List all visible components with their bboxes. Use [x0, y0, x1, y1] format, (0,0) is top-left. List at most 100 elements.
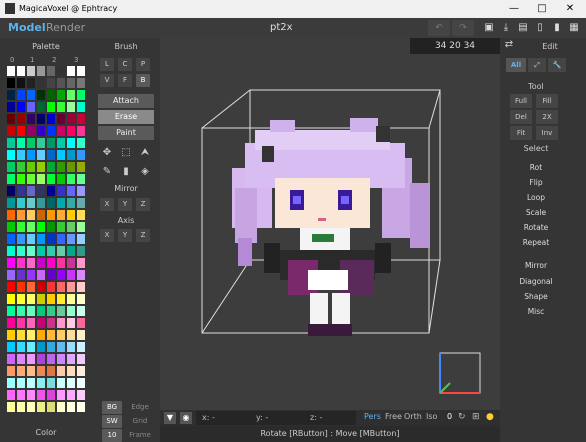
palette-swatch[interactable]	[57, 342, 65, 352]
palette-swatch[interactable]	[17, 222, 25, 232]
view-pers[interactable]: Pers	[364, 412, 381, 421]
palette-swatch[interactable]	[17, 186, 25, 196]
palette-swatch[interactable]	[77, 354, 85, 364]
palette-swatch[interactable]	[17, 126, 25, 136]
bg-toggle[interactable]: BG	[102, 401, 122, 414]
palette-swatch[interactable]	[17, 90, 25, 100]
maximize-button[interactable]: □	[528, 2, 556, 16]
palette-swatch[interactable]	[27, 138, 35, 148]
palette-swatch[interactable]	[47, 222, 55, 232]
palette-swatch[interactable]	[67, 210, 75, 220]
palette-swatch[interactable]	[27, 246, 35, 256]
move-icon[interactable]: ✥	[100, 146, 114, 160]
palette-swatch[interactable]	[57, 330, 65, 340]
palette-swatch[interactable]	[77, 342, 85, 352]
palette-swatch[interactable]	[77, 138, 85, 148]
palette-swatch[interactable]	[27, 222, 35, 232]
palette-swatch[interactable]	[47, 270, 55, 280]
palette-swatch[interactable]	[47, 378, 55, 388]
palette-swatch[interactable]	[37, 150, 45, 160]
palette-swatch[interactable]	[27, 258, 35, 268]
orientation-gizmo[interactable]	[439, 352, 481, 394]
palette-swatch[interactable]	[27, 270, 35, 280]
palette-swatch[interactable]	[47, 102, 55, 112]
palette-swatch[interactable]	[17, 162, 25, 172]
palette-swatch[interactable]	[7, 366, 15, 376]
palette-swatch[interactable]	[27, 378, 35, 388]
select-box-icon[interactable]: ⬚	[119, 146, 133, 160]
op-misc[interactable]: Misc	[506, 306, 566, 318]
palette-swatch[interactable]	[17, 342, 25, 352]
palette-swatch[interactable]	[77, 294, 85, 304]
palette-swatch[interactable]	[57, 186, 65, 196]
op-rotate[interactable]: Rotate	[506, 222, 566, 234]
palette-swatch[interactable]	[47, 258, 55, 268]
palette-swatch[interactable]	[67, 390, 75, 400]
palette-swatch[interactable]	[37, 318, 45, 328]
palette-swatch[interactable]	[17, 378, 25, 388]
palette-swatch[interactable]	[67, 378, 75, 388]
palette-swatch[interactable]	[47, 294, 55, 304]
palette-swatch[interactable]	[77, 282, 85, 292]
palette-swatch[interactable]	[7, 114, 15, 124]
palette-swatch[interactable]	[7, 246, 15, 256]
attach-button[interactable]: Attach	[98, 94, 154, 108]
axis-z[interactable]: Z	[136, 229, 150, 242]
save-icon[interactable]: ▣	[482, 21, 496, 35]
palette-swatch[interactable]	[47, 390, 55, 400]
palette-swatch[interactable]	[7, 402, 15, 412]
palette-swatch[interactable]	[47, 330, 55, 340]
palette-swatch[interactable]	[47, 162, 55, 172]
palette-swatch[interactable]	[57, 318, 65, 328]
palette-swatch[interactable]	[7, 270, 15, 280]
brush-mode-b[interactable]: B	[136, 74, 150, 87]
palette-swatch[interactable]	[47, 342, 55, 352]
camera-icon[interactable]: ◉	[180, 412, 192, 424]
palette-swatch[interactable]	[27, 402, 35, 412]
palette-swatch[interactable]	[47, 174, 55, 184]
palette-swatch[interactable]	[77, 222, 85, 232]
palette-swatch[interactable]	[7, 102, 15, 112]
palette-swatch[interactable]	[37, 222, 45, 232]
palette-swatch[interactable]	[67, 102, 75, 112]
palette-swatch[interactable]	[17, 282, 25, 292]
palette-swatch[interactable]	[17, 198, 25, 208]
op-flip[interactable]: Flip	[506, 177, 566, 189]
palette-swatch[interactable]	[47, 234, 55, 244]
view-iso[interactable]: Iso	[426, 412, 437, 421]
palette-swatch[interactable]	[57, 210, 65, 220]
palette-swatch[interactable]	[57, 270, 65, 280]
op-diagonal[interactable]: Diagonal	[506, 276, 566, 288]
palette-swatch[interactable]	[67, 306, 75, 316]
palette-swatch[interactable]	[77, 330, 85, 340]
palette-swatch[interactable]	[27, 90, 35, 100]
palette-swatch[interactable]	[27, 174, 35, 184]
palette-swatch[interactable]	[77, 174, 85, 184]
palette-swatch[interactable]	[57, 294, 65, 304]
palette-swatch[interactable]	[77, 234, 85, 244]
palette-swatch[interactable]	[57, 90, 65, 100]
palette-swatch[interactable]	[57, 162, 65, 172]
palette-swatch[interactable]	[57, 138, 65, 148]
palette-swatch[interactable]	[77, 306, 85, 316]
palette-swatch[interactable]	[37, 102, 45, 112]
palette-swatch[interactable]	[47, 186, 55, 196]
palette-swatch[interactable]	[77, 90, 85, 100]
palette-swatch[interactable]	[37, 174, 45, 184]
palette-swatch[interactable]	[67, 126, 75, 136]
palette-swatch[interactable]	[77, 246, 85, 256]
palette-swatch[interactable]	[27, 198, 35, 208]
palette-swatch[interactable]	[27, 186, 35, 196]
palette-swatch[interactable]	[57, 114, 65, 124]
palette-swatch[interactable]	[7, 150, 15, 160]
mirror-y[interactable]: Y	[118, 198, 132, 211]
palette-swatch[interactable]	[37, 66, 45, 76]
palette-swatch[interactable]	[37, 294, 45, 304]
palette-swatch[interactable]	[67, 366, 75, 376]
palette-swatch[interactable]	[77, 66, 85, 76]
palette-swatch[interactable]	[47, 402, 55, 412]
palette-swatch[interactable]	[47, 66, 55, 76]
palette-swatch[interactable]	[17, 174, 25, 184]
close-button[interactable]: ✕	[556, 2, 584, 16]
undo-button[interactable]: ↶	[428, 20, 450, 36]
